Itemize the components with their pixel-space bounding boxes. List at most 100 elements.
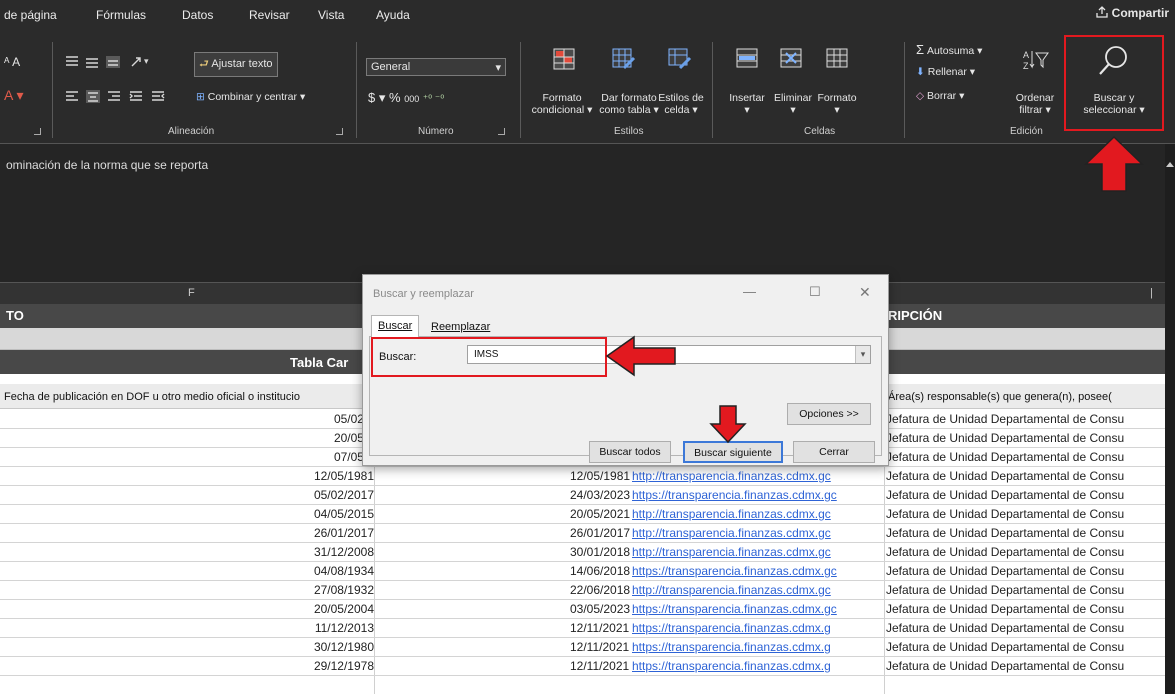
column-header-f[interactable]: F (188, 287, 195, 299)
header-right-text: RIPCIÓN (888, 308, 943, 323)
cell-fecha-publicacion: 12/05/1981 (313, 469, 374, 483)
tab-datos[interactable]: Datos (182, 8, 213, 22)
delete-cells-button[interactable]: Eliminar ▾ (770, 92, 816, 116)
format-as-table-icon[interactable] (612, 48, 636, 70)
formula-area: ominación de la norma que se reporta (0, 144, 1165, 282)
share-button[interactable]: Compartir (1096, 6, 1169, 20)
decimal-decrease-icon[interactable]: ⁻⁰ (435, 94, 444, 105)
cell-fecha-publicacion: 30/12/1980 (313, 640, 374, 654)
number-format-select[interactable]: General ▾ (366, 58, 506, 76)
column-divider-mark: | (1150, 287, 1153, 299)
font-launcher-icon[interactable] (34, 128, 41, 135)
align-top-icons[interactable]: ▾ (64, 54, 154, 70)
cell-fecha-publicacion: 04/08/1934 (313, 564, 374, 578)
find-next-button[interactable]: Buscar siguiente (683, 441, 783, 463)
cell-hipervinculo[interactable]: https://transparencia.finanzas.cdmx.g (632, 659, 884, 673)
tab-ayuda[interactable]: Ayuda (376, 8, 410, 22)
decimal-increase-icon[interactable]: ⁺⁰ (423, 94, 435, 105)
svg-text:Z: Z (1023, 61, 1029, 71)
table-row[interactable]: 30/12/1980 12/11/2021 https://transparenci… (0, 638, 1165, 657)
cell-styles-button[interactable]: Estilos de celda ▾ (658, 92, 704, 116)
number-launcher-icon[interactable] (498, 128, 505, 135)
scroll-up-icon[interactable] (1165, 158, 1175, 170)
font-color-icon[interactable]: A ▾ (4, 88, 23, 102)
cell-hipervinculo[interactable]: https://transparencia.finanzas.cdmx.gc (632, 564, 884, 578)
find-history-dropdown[interactable]: ▾ (855, 346, 870, 363)
merge-center-label: Combinar y centrar (207, 91, 298, 103)
cell-area-responsable: Jefatura de Unidad Departamental de Cons… (886, 526, 1125, 540)
format-cells-button[interactable]: Formato ▾ (814, 92, 860, 116)
cell-hipervinculo[interactable]: http://transparencia.finanzas.cdmx.gc (632, 469, 884, 483)
cell-hipervinculo[interactable]: https://transparencia.finanzas.cdmx.g (632, 640, 884, 654)
cell-hipervinculo[interactable]: https://transparencia.finanzas.cdmx.gc (632, 488, 884, 502)
down-arrow-annotation (709, 405, 747, 444)
cell-styles-icon[interactable] (668, 48, 692, 70)
cell-hipervinculo[interactable]: http://transparencia.finanzas.cdmx.gc (632, 545, 884, 559)
clear-button[interactable]: ◇ Borrar ▾ (916, 90, 964, 102)
currency-button[interactable]: $ (368, 90, 375, 105)
conditional-format-button[interactable]: Formato condicional ▾ (525, 92, 599, 116)
table-row[interactable]: 12/05/1981 12/05/1981 http://transparencia… (0, 467, 1165, 486)
percent-button[interactable]: % (389, 90, 401, 105)
table-row[interactable]: 27/08/1932 22/06/2018 http://transparencia… (0, 581, 1165, 600)
table-row[interactable]: 31/12/2008 30/01/2018 http://transparencia… (0, 543, 1165, 562)
number-format-buttons[interactable]: $ ▾ % 000 ⁺⁰ ⁻⁰ (368, 90, 444, 106)
table-row[interactable]: 26/01/2017 26/01/2017 http://transparencia… (0, 524, 1165, 543)
table-row[interactable]: 20/05/2004 03/05/2023 https://transparenci… (0, 600, 1165, 619)
format-as-table-button[interactable]: Dar formato como tabla ▾ (598, 92, 660, 116)
header-cell-right[interactable]: RIPCIÓN (884, 304, 1165, 328)
tab-reemplazar[interactable]: Reemplazar (425, 319, 496, 335)
table-row[interactable]: 04/08/1934 14/06/2018 https://transparenci… (0, 562, 1165, 581)
chevron-down-icon: ▾ (495, 62, 501, 74)
table-row[interactable]: 11/12/2013 12/11/2021 https://transparenci… (0, 619, 1165, 638)
delete-cells-icon[interactable] (780, 48, 804, 68)
cell-hipervinculo[interactable]: http://transparencia.finanzas.cdmx.gc (632, 583, 884, 597)
group-label-alineacion: Alineación (168, 126, 215, 137)
sort-filter-icon[interactable]: AZ (1022, 48, 1050, 72)
close-icon[interactable]: ✕ (859, 284, 871, 301)
merge-center-button[interactable]: ⊞ Combinar y centrar ▾ (196, 91, 305, 103)
chevron-down-icon: ▾ (299, 91, 306, 103)
fill-label: Rellenar (927, 66, 967, 78)
font-grow-icon[interactable]: ᴬ A (4, 56, 20, 68)
wrap-text-button[interactable]: ⮐ Ajustar texto (194, 52, 278, 77)
format-cells-icon[interactable] (826, 48, 848, 68)
fill-button[interactable]: ⬇ Rellenar ▾ (916, 66, 975, 78)
cell-area-responsable: Jefatura de Unidad Departamental de Cons… (886, 583, 1125, 597)
sort-label-2: filtrar (1019, 104, 1043, 116)
conditional-format-icon[interactable] (553, 48, 575, 70)
tab-buscar[interactable]: Buscar (371, 315, 420, 337)
cell-hipervinculo[interactable]: http://transparencia.finanzas.cdmx.gc (632, 526, 884, 540)
table-row[interactable]: 29/12/1978 12/11/2021 https://transparenci… (0, 657, 1165, 676)
align-horizontal-icons[interactable] (64, 89, 184, 105)
table-row[interactable]: 05/02/2017 24/03/2023 https://transparenci… (0, 486, 1165, 505)
cell-fecha-publicacion: 26/01/2017 (313, 526, 374, 540)
tab-revisar[interactable]: Revisar (249, 8, 290, 22)
autosum-label: Autosuma (926, 45, 975, 57)
sort-filter-button[interactable]: Ordenar filtrar ▾ (1006, 92, 1064, 116)
close-button[interactable]: Cerrar (793, 441, 875, 463)
tab-formulas[interactable]: Fórmulas (96, 8, 146, 22)
maximize-icon[interactable]: ☐ (809, 284, 821, 300)
cell-hipervinculo[interactable]: https://transparencia.finanzas.cdmx.g (632, 621, 884, 635)
group-separator (712, 42, 713, 138)
cell-styles-label-1: Estilos de (658, 92, 704, 104)
table-row[interactable]: 04/05/2015 20/05/2021 http://transparencia… (0, 505, 1165, 524)
tab-vista[interactable]: Vista (318, 8, 344, 22)
insert-cells-button[interactable]: Insertar ▾ (724, 92, 770, 116)
cell-hipervinculo[interactable]: http://transparencia.finanzas.cdmx.gc (632, 507, 884, 521)
cell-hipervinculo[interactable]: https://transparencia.finanzas.cdmx.gc (632, 602, 884, 616)
options-button[interactable]: Opciones >> (787, 403, 871, 425)
cell-fecha-actualizacion: 26/01/2017 (570, 526, 631, 540)
vertical-scrollbar[interactable] (1165, 144, 1175, 694)
alignment-launcher-icon[interactable] (336, 128, 343, 135)
minimize-icon[interactable]: — (743, 284, 756, 299)
insert-cells-icon[interactable] (736, 48, 758, 68)
find-all-button[interactable]: Buscar todos (589, 441, 671, 463)
header-cell-left[interactable]: TO (0, 304, 374, 328)
as-table-label-2: como tabla (599, 104, 651, 116)
tab-diseno-pagina[interactable]: de página (4, 8, 57, 22)
cell-fecha-publicacion: 20/05/2004 (313, 602, 374, 616)
thousands-button[interactable]: 000 (404, 94, 419, 104)
autosum-button[interactable]: Σ Autosuma ▾ (916, 43, 982, 57)
